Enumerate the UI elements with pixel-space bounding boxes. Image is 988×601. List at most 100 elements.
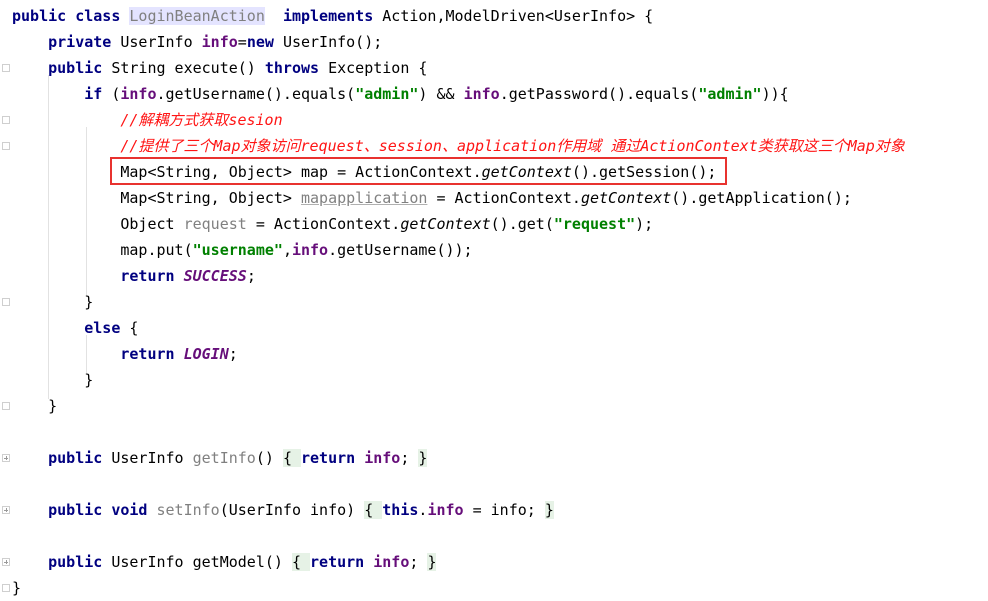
code-token: info bbox=[291, 241, 329, 259]
code-line[interactable]: } bbox=[0, 575, 988, 601]
code-token: ; bbox=[400, 449, 419, 467]
code-token: } bbox=[544, 501, 554, 519]
code-line[interactable]: } bbox=[0, 393, 988, 419]
code-token: getInfo bbox=[192, 449, 256, 467]
code-token: "username" bbox=[192, 241, 283, 259]
code-token: ; bbox=[409, 553, 428, 571]
code-line[interactable]: } bbox=[0, 367, 988, 393]
code-token: UserInfo bbox=[111, 449, 193, 467]
code-line[interactable]: return SUCCESS; bbox=[0, 263, 988, 289]
code-line[interactable]: Map<String, Object> mapapplication = Act… bbox=[0, 185, 988, 211]
code-token: } bbox=[418, 449, 428, 467]
code-token: ); bbox=[635, 215, 654, 233]
code-token: = ActionContext. bbox=[246, 215, 401, 233]
code-token: Action,ModelDriven<UserInfo> { bbox=[382, 7, 654, 25]
code-token: LOGIN bbox=[183, 345, 229, 363]
indent-guide bbox=[86, 335, 87, 373]
code-token: map.put( bbox=[12, 241, 193, 259]
code-line[interactable]: if (info.getUsername().equals("admin") &… bbox=[0, 81, 988, 107]
code-line[interactable]: else { bbox=[0, 315, 988, 341]
code-token: () bbox=[255, 449, 283, 467]
code-token: .getUsername().equals( bbox=[156, 85, 356, 103]
code-token: public bbox=[48, 59, 112, 77]
code-token: Exception { bbox=[328, 59, 428, 77]
code-line[interactable] bbox=[0, 523, 988, 549]
code-token: = info; bbox=[463, 501, 545, 519]
indent-guide bbox=[86, 127, 87, 295]
code-token: { bbox=[291, 553, 311, 571]
code-token: ().get( bbox=[490, 215, 554, 233]
code-token: info bbox=[364, 449, 401, 467]
code-line[interactable]: //提供了三个Map对象访问request、session、applicatio… bbox=[0, 133, 988, 159]
code-token: return bbox=[120, 345, 184, 363]
indent-guide bbox=[48, 75, 49, 399]
code-token: throws bbox=[264, 59, 329, 77]
code-token: info bbox=[463, 85, 500, 103]
code-token: UserInfo getModel() bbox=[111, 553, 292, 571]
code-token: } bbox=[12, 397, 58, 415]
code-token: else bbox=[84, 319, 130, 337]
code-token: return bbox=[310, 553, 374, 571]
code-token: UserInfo bbox=[120, 33, 202, 51]
code-line[interactable]: //解耦方式获取sesion bbox=[0, 107, 988, 133]
code-token: info bbox=[427, 501, 464, 519]
code-token: public void bbox=[48, 501, 157, 519]
code-line[interactable] bbox=[0, 471, 988, 497]
code-token: info bbox=[201, 33, 238, 51]
code-token: "admin" bbox=[355, 85, 419, 103]
code-token: getContext bbox=[580, 189, 672, 207]
code-line[interactable]: Object request = ActionContext.getContex… bbox=[0, 211, 988, 237]
code-token: new bbox=[246, 33, 283, 51]
code-token: //解耦方式获取sesion bbox=[120, 111, 283, 129]
code-token: request bbox=[183, 215, 247, 233]
code-editor[interactable]: public class LoginBeanAction implements … bbox=[0, 0, 988, 599]
code-line[interactable]: public String execute() throws Exception… bbox=[0, 55, 988, 81]
code-line[interactable]: public class LoginBeanAction implements … bbox=[0, 3, 988, 29]
code-token: Map<String, Object> bbox=[12, 189, 301, 207]
code-token: if bbox=[84, 85, 112, 103]
code-line[interactable] bbox=[0, 419, 988, 445]
code-token: .getPassword().equals( bbox=[499, 85, 699, 103]
code-token: } bbox=[12, 579, 22, 597]
code-line[interactable]: return LOGIN; bbox=[0, 341, 988, 367]
code-token: Object bbox=[12, 215, 184, 233]
code-token: //提供了三个Map对象访问request、session、applicatio… bbox=[120, 137, 905, 155]
highlight-box bbox=[110, 157, 727, 185]
code-token: return bbox=[120, 267, 184, 285]
code-token: ) && bbox=[418, 85, 464, 103]
code-line[interactable]: public UserInfo getModel() { return info… bbox=[0, 549, 988, 575]
code-token: public class bbox=[12, 7, 130, 25]
code-token: ; bbox=[228, 345, 238, 363]
code-token: String execute() bbox=[111, 59, 265, 77]
code-token: } bbox=[12, 371, 94, 389]
code-token: = ActionContext. bbox=[427, 189, 581, 207]
code-token: (UserInfo info) bbox=[219, 501, 365, 519]
code-token: ; bbox=[246, 267, 256, 285]
code-token: info bbox=[120, 85, 157, 103]
code-token: = bbox=[237, 33, 247, 51]
code-line[interactable]: map.put("username",info.getUsername()); bbox=[0, 237, 988, 263]
code-token: )){ bbox=[761, 85, 789, 103]
code-line[interactable]: public void setInfo(UserInfo info) { thi… bbox=[0, 497, 988, 523]
code-token: { bbox=[282, 449, 301, 467]
code-token: public bbox=[48, 449, 112, 467]
code-token: "admin" bbox=[698, 85, 762, 103]
code-token: , bbox=[282, 241, 292, 259]
code-token: return bbox=[301, 449, 365, 467]
code-line[interactable]: public UserInfo getInfo() { return info;… bbox=[0, 445, 988, 471]
code-token: UserInfo(); bbox=[282, 33, 383, 51]
code-token: private bbox=[48, 33, 121, 51]
code-line[interactable]: private UserInfo info=new UserInfo(); bbox=[0, 29, 988, 55]
code-token: { bbox=[364, 501, 383, 519]
code-line[interactable]: } bbox=[0, 289, 988, 315]
code-token: .getUsername()); bbox=[328, 241, 473, 259]
code-token: "request" bbox=[553, 215, 636, 233]
code-token: mapapplication bbox=[300, 189, 428, 207]
